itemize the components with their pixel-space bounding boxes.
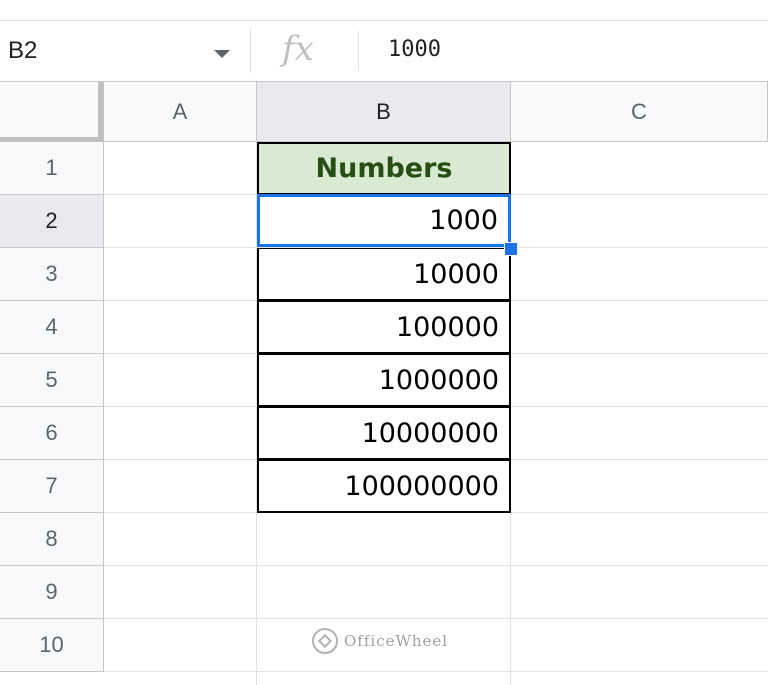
chevron-down-icon[interactable]	[214, 50, 230, 58]
gridline	[104, 618, 768, 619]
watermark-text: OfficeWheel	[344, 632, 449, 650]
row-header-8[interactable]: 8	[0, 513, 104, 566]
spreadsheet-grid: A B C 1 2 3 4 5 6 7 8 9 10 Numbers 10000…	[0, 82, 768, 685]
column-header-a[interactable]: A	[104, 82, 257, 142]
row-header-3[interactable]: 3	[0, 248, 104, 301]
cell-b6[interactable]: 10000000	[257, 407, 511, 460]
menu-strip	[0, 0, 768, 21]
gridline	[104, 565, 768, 566]
row-header-10[interactable]: 10	[0, 619, 104, 672]
row-header-4[interactable]: 4	[0, 301, 104, 354]
cell-area[interactable]: Numbers 10000 100000 1000000 10000000 10…	[104, 142, 768, 685]
cell-b4[interactable]: 100000	[257, 301, 511, 354]
formula-bar: B2 fx 1000	[0, 21, 768, 82]
cell-b7[interactable]: 100000000	[257, 460, 511, 513]
name-box-value: B2	[8, 37, 38, 64]
select-all-corner[interactable]	[0, 82, 104, 142]
watermark: OfficeWheel	[312, 628, 448, 654]
separator	[250, 29, 251, 73]
cell-b2-selected[interactable]: 1000	[257, 194, 511, 247]
row-header-7[interactable]: 7	[0, 460, 104, 513]
row-header-9[interactable]: 9	[0, 566, 104, 619]
fill-handle[interactable]	[504, 242, 518, 256]
gridline	[104, 671, 768, 672]
row-header-6[interactable]: 6	[0, 407, 104, 460]
row-header-1[interactable]: 1	[0, 142, 104, 195]
formula-input[interactable]: 1000	[388, 37, 441, 62]
cell-b5[interactable]: 1000000	[257, 354, 511, 407]
row-header-5[interactable]: 5	[0, 354, 104, 407]
cell-b1[interactable]: Numbers	[257, 142, 511, 195]
column-header-c[interactable]: C	[511, 82, 768, 142]
separator	[358, 31, 359, 71]
officewheel-logo-icon	[312, 628, 338, 654]
column-header-b[interactable]: B	[257, 82, 511, 142]
name-box[interactable]: B2	[0, 21, 248, 81]
fx-icon: fx	[282, 29, 314, 69]
row-header-2[interactable]: 2	[0, 195, 104, 248]
cell-b3[interactable]: 10000	[257, 248, 511, 301]
